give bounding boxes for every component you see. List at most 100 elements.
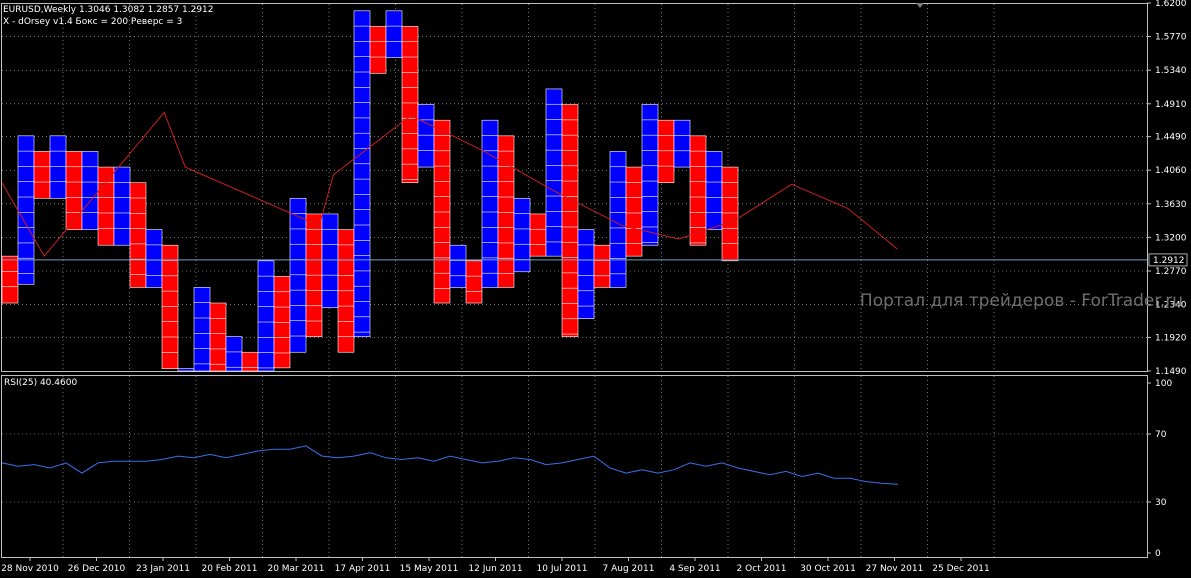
pnf-o-column — [689, 135, 707, 246]
pnf-column-body — [385, 10, 403, 58]
pnf-column-body — [289, 198, 307, 353]
pnf-x-column — [257, 260, 275, 372]
pnf-o-column — [625, 166, 643, 257]
pnf-column-body — [353, 10, 371, 337]
pnf-column-body — [593, 244, 611, 288]
pnf-column-body — [465, 260, 483, 304]
rsi-title: RSI(25) 40.4600 — [4, 378, 77, 388]
pnf-column-body — [97, 166, 115, 246]
pnf-o-column — [97, 166, 115, 246]
pnf-o-column — [497, 135, 515, 288]
pnf-column-body — [49, 135, 67, 199]
time-tick-label: 26 Dec 2010 — [68, 564, 126, 574]
price-tick-label: 1.5770 — [1155, 33, 1187, 43]
time-tick-label: 25 Dec 2011 — [932, 564, 990, 574]
pnf-column-body — [257, 260, 275, 372]
time-tick-label: 17 Apr 2011 — [335, 564, 391, 574]
time-tick-label: 10 Jul 2011 — [537, 564, 588, 574]
price-tick-label: 1.6200 — [1155, 0, 1187, 9]
pnf-column-body — [433, 119, 451, 304]
time-tick-label: 20 Mar 2011 — [267, 564, 324, 574]
pnf-o-column — [721, 166, 739, 262]
price-tick-label: 1.3630 — [1155, 200, 1187, 210]
pnf-column-body — [561, 104, 579, 337]
symbol-header: EURUSD,Weekly 1.3046 1.3082 1.2857 1.291… — [3, 5, 214, 15]
pnf-o-column — [657, 119, 675, 184]
time-axis-ticks: 28 Nov 2010 26 Dec 2010 23 Jan 2011 20 Feb … — [1, 557, 990, 574]
time-tick-label: 27 Nov 2011 — [866, 564, 924, 574]
pnf-x-column — [225, 336, 243, 372]
time-tick-label: 4 Sep 2011 — [669, 564, 720, 574]
pnf-column-body — [209, 302, 227, 372]
pnf-o-column — [337, 229, 355, 353]
price-tick-label: 1.4060 — [1155, 166, 1187, 176]
pnf-column-body — [657, 119, 675, 184]
pnf-x-column — [545, 88, 563, 257]
pnf-column-body — [417, 104, 435, 168]
pnf-column-body — [545, 88, 563, 257]
rsi-tick-label: 100 — [1155, 379, 1172, 389]
price-tick-label: 1.1920 — [1155, 333, 1187, 343]
pnf-x-column — [289, 198, 307, 353]
pnf-column-body — [529, 213, 547, 257]
chart-shift-icon[interactable] — [916, 3, 924, 8]
pnf-o-column — [1, 255, 19, 304]
price-tick-label: 1.1490 — [1155, 367, 1187, 377]
pnf-o-column — [465, 260, 483, 304]
pnf-column-body — [497, 135, 515, 288]
pnf-o-column — [241, 351, 259, 372]
pnf-o-column — [129, 182, 147, 288]
pnf-column-body — [177, 368, 195, 372]
time-tick-label: 28 Nov 2010 — [1, 564, 59, 574]
pnf-o-column — [209, 302, 227, 372]
pnf-x-column — [705, 151, 723, 230]
pnf-x-column — [193, 287, 211, 372]
pnf-o-column — [433, 119, 451, 304]
price-tick-label: 1.2770 — [1155, 267, 1187, 277]
pnf-column-body — [641, 104, 659, 246]
price-tick-label: 1.4490 — [1155, 133, 1187, 143]
pnf-o-column — [273, 276, 291, 369]
pnf-x-column — [449, 244, 467, 288]
pnf-o-column — [401, 26, 419, 184]
price-axis-ticks: 1.6200 1.5770 1.5340 1.4910 1.4490 1.4060 1.36… — [1147, 0, 1187, 377]
pnf-x-column — [177, 368, 195, 372]
price-tick-label: 1.5340 — [1155, 66, 1187, 76]
rsi-tick-label: 0 — [1155, 549, 1161, 559]
chart-canvas: 1.6200 1.5770 1.5340 1.4910 1.4490 1.4060 1.36… — [1, 0, 1188, 574]
pnf-o-column — [561, 104, 579, 337]
current-price-tag[interactable]: 1.2912 — [1148, 253, 1188, 267]
pnf-column-body — [113, 166, 131, 246]
pnf-column-body — [225, 336, 243, 372]
pnf-x-column — [609, 151, 627, 288]
pnf-column-body — [17, 135, 35, 285]
pnf-x-column — [641, 104, 659, 246]
time-tick-label: 12 Jun 2011 — [468, 564, 522, 574]
pnf-column-body — [721, 166, 739, 262]
pnf-column-body — [1, 255, 19, 304]
time-tick-label: 7 Aug 2011 — [603, 564, 655, 574]
pnf-x-column — [513, 198, 531, 273]
pnf-o-column — [305, 213, 323, 337]
pnf-o-column — [33, 151, 51, 199]
pnf-column-body — [625, 166, 643, 257]
pnf-x-column — [577, 229, 595, 319]
current-price-label: 1.2912 — [1153, 256, 1185, 266]
pnf-x-column — [385, 10, 403, 58]
price-tick-label: 1.4910 — [1155, 100, 1187, 110]
pnf-column-body — [673, 119, 691, 168]
pnf-column-body — [369, 26, 387, 74]
pnf-column-body — [241, 351, 259, 372]
pnf-column-body — [161, 244, 179, 369]
pnf-x-column — [481, 119, 499, 288]
time-tick-label: 30 Oct 2011 — [800, 564, 856, 574]
pnf-column-body — [609, 151, 627, 288]
rsi-panel-frame — [1, 375, 1148, 558]
pnf-o-column — [369, 26, 387, 74]
indicator-header: X - dOrsey v1.4 Бокс = 200 Реверс = 3 — [3, 17, 182, 27]
pnf-o-column — [593, 244, 611, 288]
rsi-line — [1, 445, 899, 485]
pnf-column-body — [33, 151, 51, 199]
watermark-text: Портал для трейдеров - ForTrader.ru — [860, 291, 1183, 311]
pnf-o-column — [65, 151, 83, 230]
